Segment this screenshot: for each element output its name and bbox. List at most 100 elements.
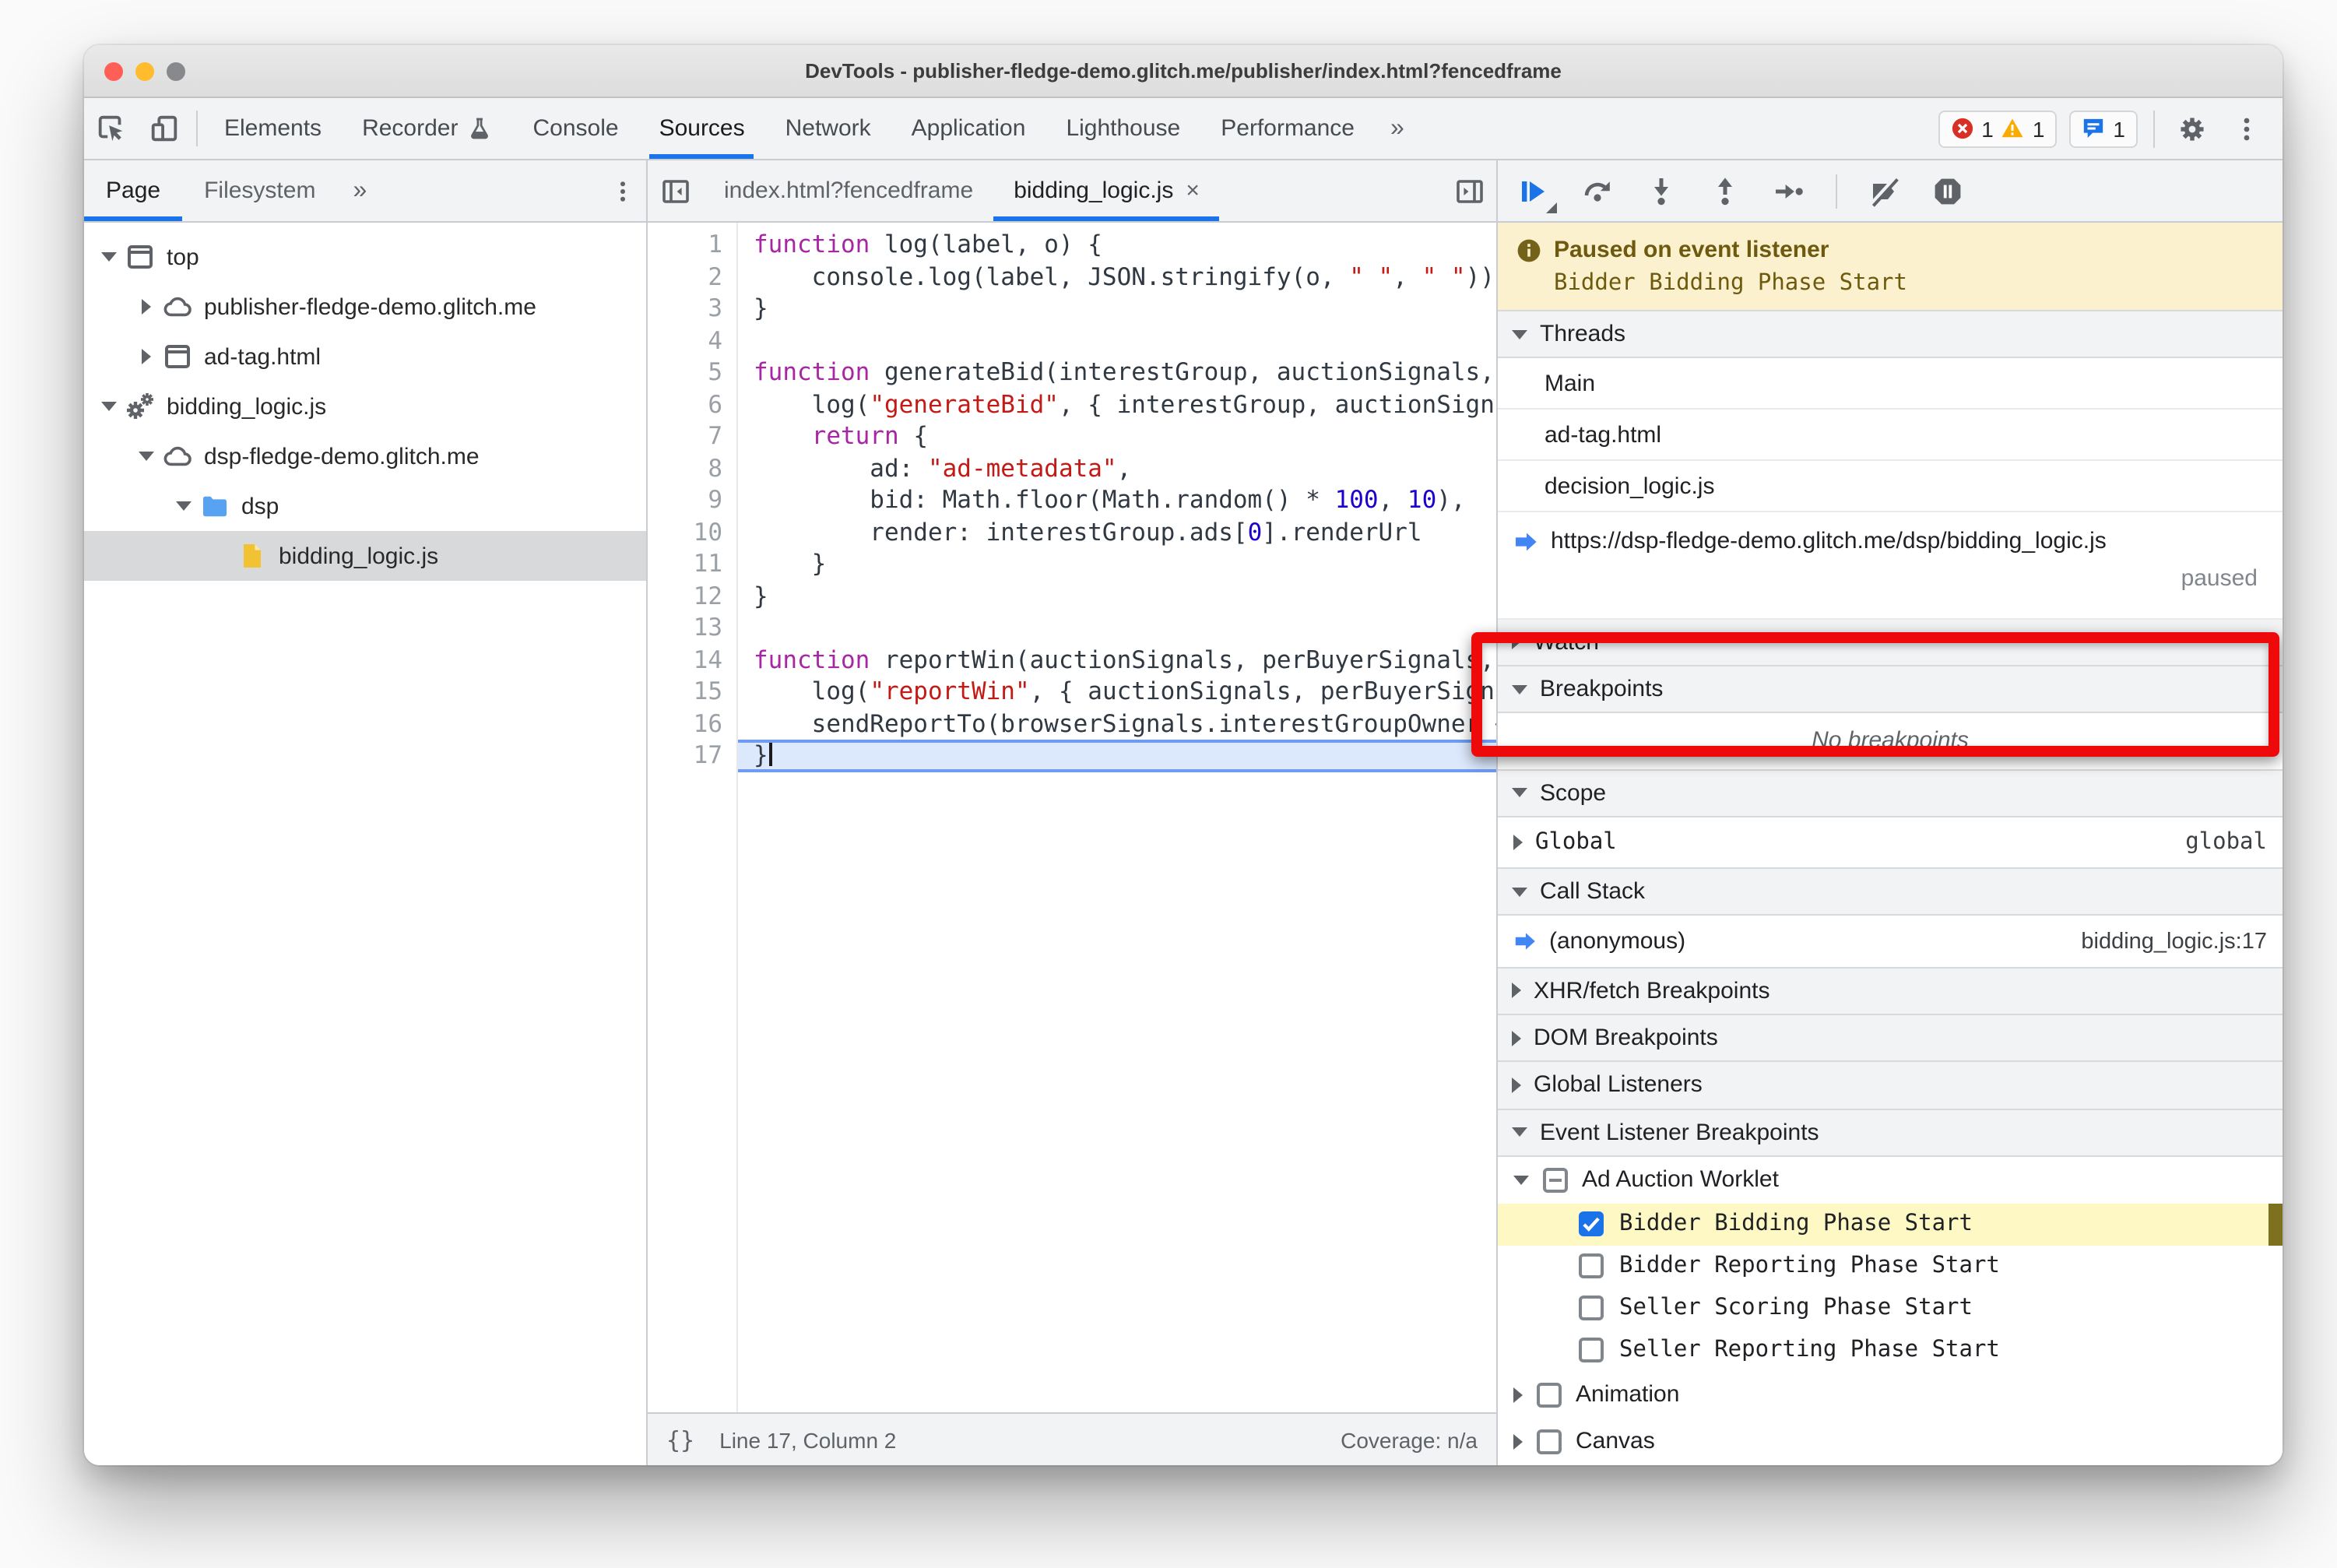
tree-item-bidding-logic-js[interactable]: bidding_logic.js (84, 381, 646, 431)
event-group-ad-auction-worklet[interactable]: Ad Auction Worklet (1498, 1157, 2283, 1204)
section-watch[interactable]: Watch (1498, 617, 2283, 667)
code-line-16[interactable]: sendReportTo(browserSignals.interestGrou… (738, 708, 1496, 740)
line-number[interactable]: 13 (648, 612, 722, 644)
code-line-10[interactable]: render: interestGroup.ads[0].renderUrl (738, 516, 1496, 548)
hide-debugger-button[interactable] (1443, 160, 1496, 221)
tab-page[interactable]: Page (84, 160, 183, 221)
checkbox-indeterminate[interactable] (1543, 1167, 1568, 1193)
line-number[interactable]: 2 (648, 261, 722, 293)
tree-item-ad-tag-html[interactable]: ad-tag.html (84, 332, 646, 381)
step-over-button[interactable] (1580, 174, 1615, 208)
line-number[interactable]: 8 (648, 452, 722, 484)
tab-console[interactable]: Console (512, 98, 638, 159)
step-out-button[interactable] (1708, 174, 1742, 208)
close-tab-icon[interactable]: × (1186, 178, 1200, 204)
expander-closed-icon[interactable] (134, 299, 159, 315)
tab-lighthouse[interactable]: Lighthouse (1046, 98, 1200, 159)
checkbox-unchecked[interactable] (1579, 1253, 1604, 1279)
issues-badge[interactable]: 1 (2069, 110, 2138, 147)
hide-navigator-button[interactable] (648, 160, 704, 221)
event-breakpoint-bidder-reporting-phase-start[interactable]: Bidder Reporting Phase Start (1498, 1246, 2283, 1288)
section-threads[interactable]: Threads (1498, 310, 2283, 359)
code-line-15[interactable]: log("reportWin", { auctionSignals, perBu… (738, 676, 1496, 708)
triangle-icon[interactable] (1513, 1433, 1523, 1450)
triangle-icon[interactable] (1513, 1387, 1523, 1403)
line-number[interactable]: 16 (648, 708, 722, 740)
resume-script-button[interactable] (1516, 174, 1557, 213)
line-number-gutter[interactable]: 1 2 3 4 5 6 7 8 9 10 11 12 13 14 15 16 17 (648, 223, 738, 1412)
scope-global-row[interactable]: Global global (1498, 817, 2283, 870)
tree-item-top[interactable]: top (84, 232, 646, 282)
event-breakpoint-seller-reporting-phase-start[interactable]: Seller Reporting Phase Start (1498, 1330, 2283, 1372)
pause-on-exceptions-button[interactable] (1931, 174, 1965, 208)
settings-button[interactable] (2170, 113, 2214, 144)
expander-open-icon[interactable] (97, 252, 121, 262)
thread-item-paused[interactable]: https://dsp-fledge-demo.glitch.me/dsp/bi… (1498, 513, 2283, 620)
more-navigator-tabs-button[interactable]: » (337, 160, 382, 221)
code-line-14[interactable]: function reportWin(auctionSignals, perBu… (738, 644, 1496, 676)
tree-item-dsp-fledge-demo-glitch-me[interactable]: dsp-fledge-demo.glitch.me (84, 431, 646, 481)
line-number[interactable]: 1 (648, 229, 722, 261)
code-lines[interactable]: function log(label, o) { console.log(lab… (738, 223, 1496, 1412)
line-number[interactable]: 14 (648, 644, 722, 676)
checkbox-unchecked[interactable] (1579, 1338, 1604, 1363)
line-number[interactable]: 9 (648, 484, 722, 516)
thread-item-decision-logic-js[interactable]: decision_logic.js (1498, 462, 2283, 513)
code-line-7[interactable]: return { (738, 420, 1496, 452)
line-number[interactable]: 5 (648, 357, 722, 388)
code-line-17[interactable]: } (738, 740, 1496, 772)
line-number[interactable]: 12 (648, 580, 722, 612)
line-number[interactable]: 4 (648, 325, 722, 357)
thread-item-ad-tag-html[interactable]: ad-tag.html (1498, 410, 2283, 462)
section-dom-breakpoints[interactable]: DOM Breakpoints (1498, 1014, 2283, 1063)
pretty-print-button[interactable]: {} (666, 1426, 694, 1454)
code-line-4[interactable] (738, 325, 1496, 357)
close-window-button[interactable] (104, 62, 123, 80)
code-line-8[interactable]: ad: "ad-metadata", (738, 452, 1496, 484)
more-panels-button[interactable]: » (1375, 98, 1420, 159)
line-number[interactable]: 6 (648, 388, 722, 420)
code-line-13[interactable] (738, 612, 1496, 644)
code-line-1[interactable]: function log(label, o) { (738, 229, 1496, 261)
section-xhr-breakpoints[interactable]: XHR/fetch Breakpoints (1498, 966, 2283, 1015)
section-breakpoints[interactable]: Breakpoints (1498, 665, 2283, 714)
checkbox-unchecked[interactable] (1537, 1429, 1562, 1454)
minimize-window-button[interactable] (135, 62, 154, 80)
checkbox-checked[interactable] (1579, 1211, 1604, 1237)
code-line-9[interactable]: bid: Math.floor(Math.random() * 100, 10)… (738, 484, 1496, 516)
device-toolbar-button[interactable] (137, 98, 190, 159)
errors-warnings-badge[interactable]: 1 1 (1938, 110, 2058, 147)
tree-item-publisher-fledge-demo-glitch-me[interactable]: publisher-fledge-demo.glitch.me (84, 282, 646, 332)
section-global-listeners[interactable]: Global Listeners (1498, 1060, 2283, 1110)
event-group-animation[interactable]: Animation (1498, 1372, 2283, 1419)
line-number[interactable]: 15 (648, 676, 722, 708)
inspect-element-button[interactable] (84, 98, 137, 159)
tab-sources[interactable]: Sources (639, 98, 765, 159)
section-scope[interactable]: Scope (1498, 768, 2283, 817)
call-stack-frame[interactable]: (anonymous) bidding_logic.js:17 (1498, 916, 2283, 969)
tree-item-dsp[interactable]: dsp (84, 481, 646, 531)
zoom-window-button[interactable] (167, 62, 185, 80)
expander-open-icon[interactable] (97, 402, 121, 411)
editor-tab-bidding-logic-js[interactable]: bidding_logic.js × (993, 160, 1221, 221)
devtools-menu-button[interactable] (2226, 114, 2267, 142)
tab-application[interactable]: Application (891, 98, 1046, 159)
step-button[interactable] (1772, 174, 1806, 208)
tab-performance[interactable]: Performance (1200, 98, 1375, 159)
line-number[interactable]: 3 (648, 293, 722, 325)
code-line-2[interactable]: console.log(label, JSON.stringify(o, " "… (738, 261, 1496, 293)
tab-filesystem[interactable]: Filesystem (182, 160, 337, 221)
tree-item-bidding-logic-js[interactable]: bidding_logic.js (84, 531, 646, 581)
code-line-12[interactable]: } (738, 580, 1496, 612)
code-line-5[interactable]: function generateBid(interestGroup, auct… (738, 357, 1496, 388)
expander-closed-icon[interactable] (134, 349, 159, 364)
navigator-menu-button[interactable] (599, 160, 646, 221)
event-group-canvas[interactable]: Canvas (1498, 1419, 2283, 1465)
event-breakpoint-seller-scoring-phase-start[interactable]: Seller Scoring Phase Start (1498, 1288, 2283, 1330)
checkbox-unchecked[interactable] (1579, 1296, 1604, 1321)
checkbox-unchecked[interactable] (1537, 1382, 1562, 1408)
code-line-11[interactable]: } (738, 548, 1496, 580)
code-line-3[interactable]: } (738, 293, 1496, 325)
line-number[interactable]: 11 (648, 548, 722, 580)
expander-open-icon[interactable] (134, 452, 159, 461)
